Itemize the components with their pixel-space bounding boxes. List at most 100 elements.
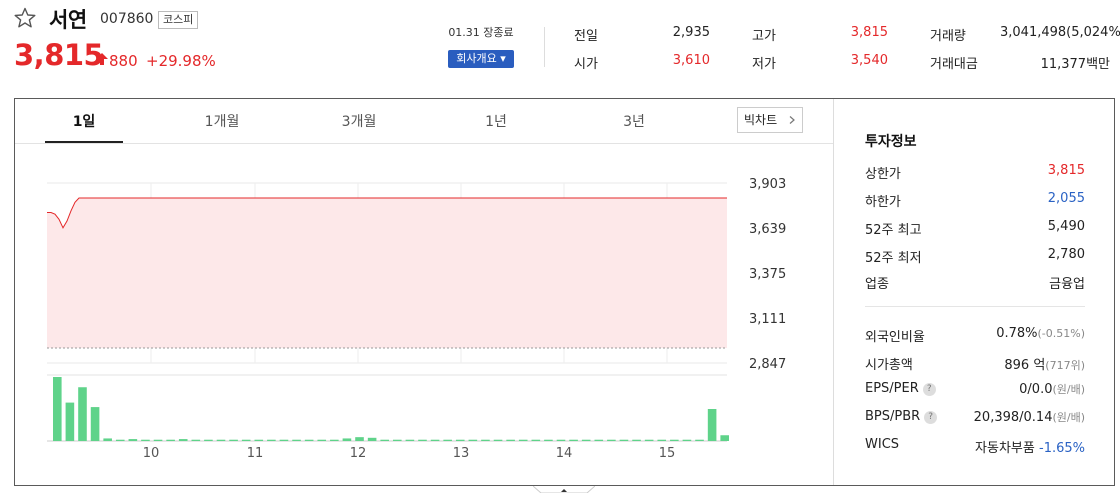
volume-bar [279,439,289,441]
x-tick-label: 10 [143,446,160,461]
volume-bar [556,439,566,441]
volume-bar [506,439,515,441]
invest-label: 52주 최고 [865,223,922,238]
tab-2[interactable]: 3개월 [319,111,399,131]
market-badge: 코스피 [158,11,199,29]
invest-label: 업종 [865,277,889,292]
market-cap-row: 시가총액 896 억(717위) [865,354,1085,374]
panel-divider [833,99,834,485]
star-icon[interactable] [13,6,37,30]
volume-bar [544,439,553,441]
eps-per-unit: (원/배) [1052,383,1085,396]
stat-value: 2,935 [672,25,710,40]
volume-bar [695,439,704,441]
stock-name: 서연 [49,8,87,32]
volume-bar [443,439,452,441]
y-tick-label: 3,639 [749,222,786,237]
stat-value: 3,610 [672,53,710,68]
invest-row: 하한가 2,055 [865,191,1085,211]
big-chart-label: 빅차트 [744,113,778,127]
volume-bar [707,409,717,441]
volume-bar [619,439,629,441]
volume-bar [53,377,62,441]
tab-1[interactable]: 1개월 [182,111,262,131]
volume-bar [317,439,327,441]
bps-pbr-value: 20,398/0.14 [973,410,1053,425]
invest-value: 3,815 [1047,163,1085,178]
price-area [47,198,727,348]
help-icon[interactable]: ? [922,383,936,396]
x-tick-label: 11 [247,446,264,461]
volume-bar [632,439,641,441]
volume-bar [304,439,314,441]
market-cap-label: 시가총액 [865,358,913,373]
market-cap-value: 896 억 [1004,358,1046,373]
company-overview-button[interactable]: 회사개요 ▾ [448,50,514,68]
stat-label: 전일 [574,29,598,44]
volume-bar [241,439,251,441]
foreign-ratio-value: 0.78% [996,326,1038,341]
divider [544,27,545,67]
eps-per-row: EPS/PER? 0/0.0(원/배) [865,381,1085,401]
volume-bar [342,438,352,441]
volume-bar [153,439,163,441]
investment-info-title: 투자정보 [865,134,917,150]
volume-bar [355,437,364,441]
stat-label: 고가 [752,29,776,44]
volume-bar [204,439,213,441]
market-cap-rank: (717위) [1045,359,1085,372]
bps-pbr-unit: (원/배) [1052,411,1085,424]
volume-bar [657,439,667,441]
change-rate: +29.98% [146,52,216,70]
invest-row: 상한가 3,815 [865,163,1085,183]
wics-label: WICS [865,437,900,452]
volume-bar [468,439,478,441]
invest-label: 52주 최저 [865,251,922,266]
volume-bar [166,439,175,441]
x-tick-label: 12 [350,446,367,461]
stat-label: 저가 [752,57,776,72]
volume-bar [65,402,75,441]
big-chart-button[interactable]: 빅차트 [737,107,803,133]
volume-bar [254,439,264,441]
volume-bar [518,439,528,441]
foreign-ratio-label: 외국인비율 [865,330,925,345]
invest-value: 5,490 [1047,219,1085,234]
volume-bar [178,439,188,441]
volume-bar [78,387,87,441]
volume-bar [267,439,276,441]
tab-3[interactable]: 1년 [456,111,536,131]
tab-4[interactable]: 3년 [594,111,674,131]
x-tick-label: 13 [453,446,470,461]
investment-info: 투자정보 상한가 3,815 하한가 2,055 52주 최고 5,490 52주 최저 2,… [851,99,1101,485]
volume-bar [330,439,339,441]
volume-bar [481,439,490,441]
volume-bar [405,439,415,441]
stat-label: 거래량 [930,29,966,44]
volume-bar [380,439,389,441]
eps-per-label: EPS/PER [865,381,919,396]
wics-row: WICS 자동차부품 -1.65% [865,437,1085,457]
volume-bar [531,439,541,441]
eps-per-value: 0/0.0 [1019,382,1053,397]
current-price: 3,815 [14,38,104,72]
help-icon[interactable]: ? [924,411,938,424]
volume-bar [430,439,440,441]
wics-sector-link[interactable]: 자동차부품 [975,441,1035,456]
chart-panel: 1일 1개월 3개월 1년 3년 빅차트 3,903 3,639 3,375 3,111 2,8… [14,98,1115,486]
x-tick-label: 14 [556,446,573,461]
volume-bar [607,439,616,441]
price-change: 880 [109,52,138,70]
period-tabs: 1일 1개월 3개월 1년 3년 [45,107,835,143]
foreign-ratio-row: 외국인비율 0.78%(-0.51%) [865,326,1085,346]
bps-pbr-row: BPS/PBR? 20,398/0.14(원/배) [865,409,1085,429]
tab-0[interactable]: 1일 [44,111,124,131]
collapse-tab[interactable] [533,486,595,493]
volume-bar [644,439,654,441]
volume-bar [720,435,729,441]
wics-change: -1.65% [1039,441,1085,456]
y-tick-label: 3,903 [749,177,786,192]
volume-bar [493,439,503,441]
volume-bar [594,439,604,441]
invest-label: 상한가 [865,167,901,182]
